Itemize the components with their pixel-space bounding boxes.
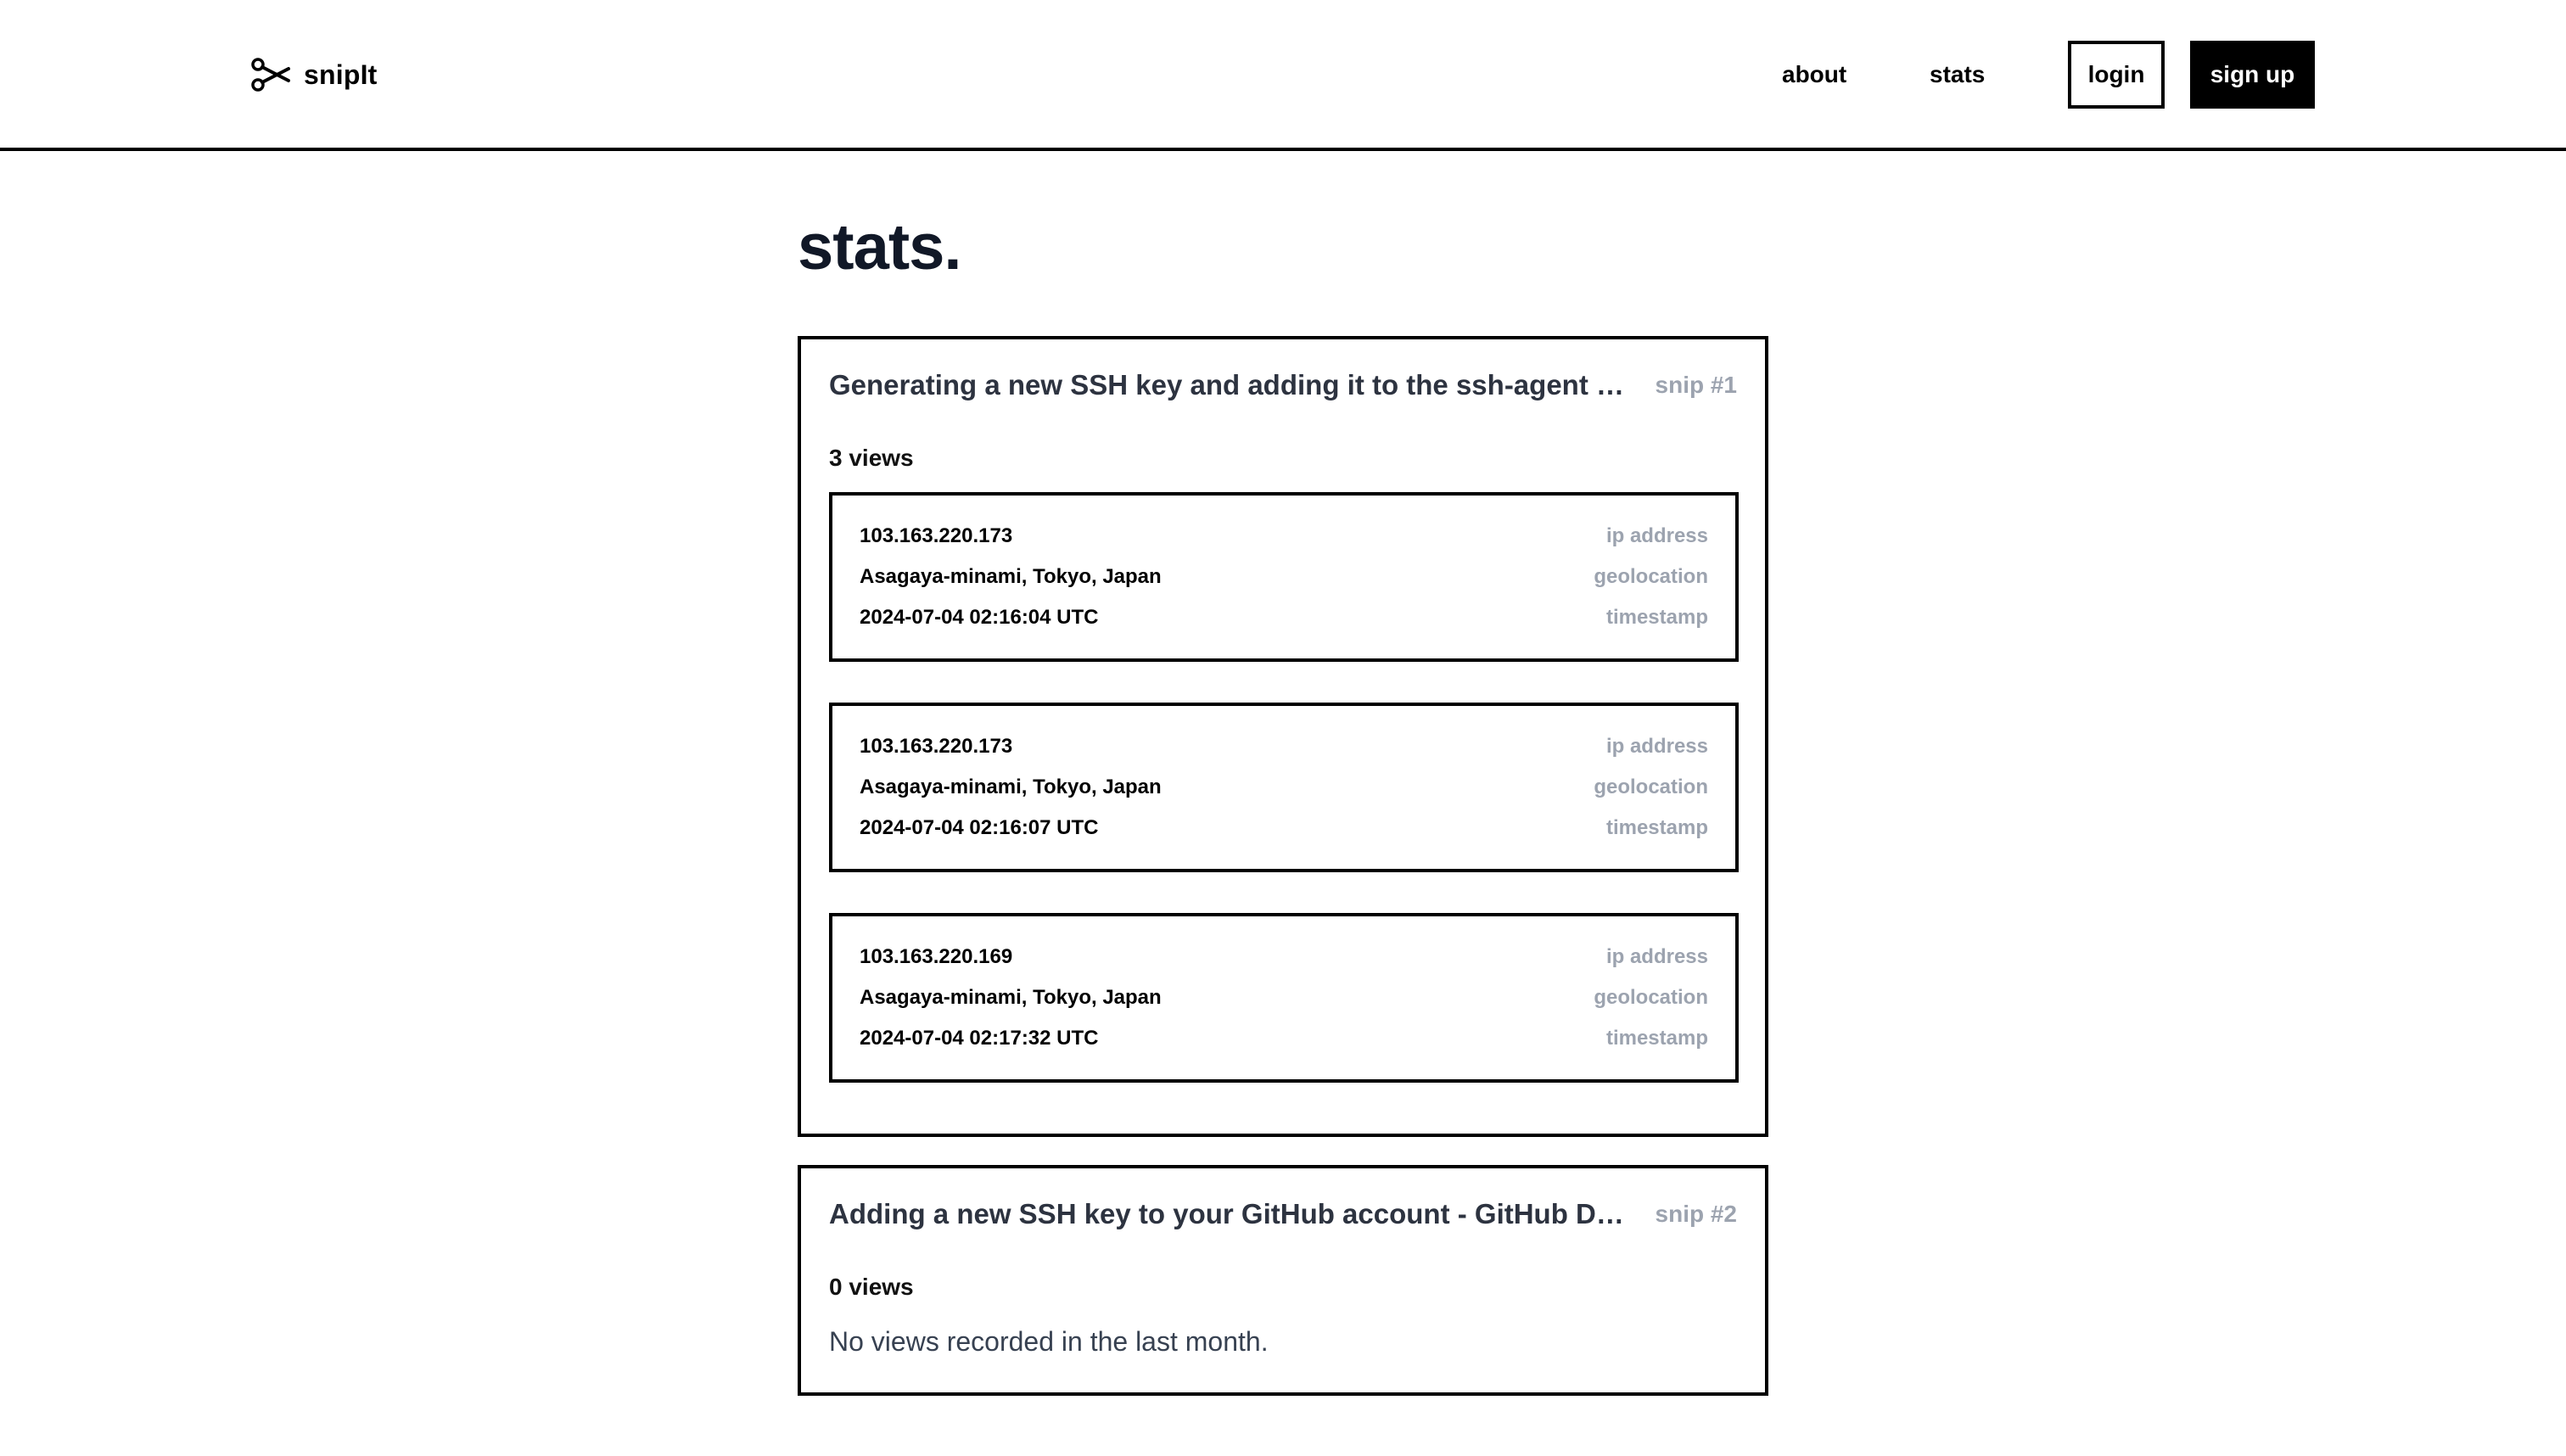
ip-address-label: ip address — [1605, 524, 1708, 547]
ip-address-label: ip address — [1605, 735, 1708, 758]
geolocation-value: Asagaya-minami, Tokyo, Japan — [860, 986, 1162, 1009]
page-title: stats. — [798, 211, 962, 283]
view-count: 3 views — [829, 445, 914, 471]
logo-text: snipIt — [304, 59, 378, 90]
view-entry: 103.163.220.173 ip address Asagaya-minam… — [829, 703, 1739, 872]
login-button[interactable]: login — [2068, 41, 2165, 109]
snip-card: Generating a new SSH key and adding it t… — [798, 336, 1768, 1137]
geolocation-label: geolocation — [1594, 986, 1708, 1009]
ip-address-value: 103.163.220.173 — [860, 735, 1013, 758]
timestamp-value: 2024-07-04 02:16:04 UTC — [860, 606, 1099, 629]
top-navbar: snipIt about stats login sign up — [0, 0, 2566, 151]
nav-about-link[interactable]: about — [1782, 56, 1846, 93]
timestamp-value: 2024-07-04 02:17:32 UTC — [860, 1027, 1099, 1050]
snip-card: Adding a new SSH key to your GitHub acco… — [798, 1165, 1768, 1396]
ip-address-value: 103.163.220.169 — [860, 945, 1013, 968]
snip-title[interactable]: Adding a new SSH key to your GitHub acco… — [829, 1196, 1627, 1233]
snip-number: snip #2 — [1655, 1201, 1737, 1227]
view-count: 0 views — [829, 1274, 914, 1300]
signup-button[interactable]: sign up — [2190, 41, 2315, 109]
ip-address-label: ip address — [1605, 945, 1708, 968]
timestamp-label: timestamp — [1605, 606, 1708, 629]
timestamp-label: timestamp — [1605, 1027, 1708, 1050]
geolocation-value: Asagaya-minami, Tokyo, Japan — [860, 565, 1162, 588]
view-entry: 103.163.220.173 ip address Asagaya-minam… — [829, 492, 1739, 662]
scissors-icon — [251, 58, 290, 92]
snip-title[interactable]: Generating a new SSH key and adding it t… — [829, 367, 1627, 404]
timestamp-label: timestamp — [1605, 816, 1708, 839]
logo-link[interactable]: snipIt — [251, 56, 378, 93]
view-entry: 103.163.220.169 ip address Asagaya-minam… — [829, 913, 1739, 1083]
no-views-message: No views recorded in the last month. — [829, 1326, 1269, 1357]
geolocation-value: Asagaya-minami, Tokyo, Japan — [860, 776, 1162, 798]
ip-address-value: 103.163.220.173 — [860, 524, 1013, 547]
geolocation-label: geolocation — [1594, 565, 1708, 588]
geolocation-label: geolocation — [1594, 776, 1708, 798]
nav-stats-link[interactable]: stats — [1930, 56, 1985, 93]
snip-number: snip #1 — [1655, 372, 1737, 398]
timestamp-value: 2024-07-04 02:16:07 UTC — [860, 816, 1099, 839]
